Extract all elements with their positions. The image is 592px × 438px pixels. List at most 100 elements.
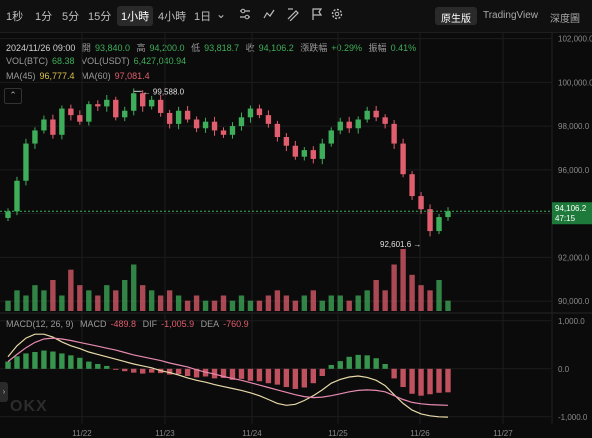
macd-histogram-bar [373, 358, 379, 369]
price-tick-label: 92,000.0 [558, 253, 590, 262]
vol-usdt-value: 6,427,040.94 [133, 56, 187, 66]
volume-bar [211, 300, 218, 311]
dea-value: -760.9 [223, 319, 249, 329]
macd-label: MACD [80, 319, 107, 329]
collapse-legend-button[interactable]: ⌃ [4, 88, 22, 104]
volume-bar [86, 290, 92, 311]
timeframe-1d[interactable]: 1日 [194, 8, 211, 24]
macd-histogram-bar [229, 368, 236, 380]
macd-histogram-bar [68, 355, 74, 369]
macd-histogram-bar [113, 368, 119, 370]
vol-btc-value: 68.38 [52, 56, 75, 66]
timeframe-1s[interactable]: 1秒 [6, 8, 23, 24]
candle-body [68, 108, 74, 116]
open-value: 93,840.0 [94, 43, 130, 53]
macd-histogram-bar [319, 368, 325, 376]
candle-body [319, 143, 325, 159]
candle-body [104, 99, 110, 107]
current-price-label: 94,106.2 [555, 204, 587, 213]
candle-body [445, 211, 451, 218]
timeframe-4h[interactable]: 4小時 [158, 8, 186, 24]
macd-value: -489.8 [110, 319, 137, 329]
volume-bar [301, 295, 308, 311]
candle-body [274, 123, 281, 137]
volume-bar [59, 295, 65, 311]
low-label: 低 [191, 43, 201, 53]
chart-toolbar: 1秒 1分 5分 15分 1小時 4小時 1日 ⌄ 原生版 TradingVie… [0, 0, 592, 33]
vol-btc-label: VOL(BTC) [6, 56, 49, 66]
macd-histogram-bar [193, 368, 200, 378]
volume-bar [68, 269, 74, 311]
ohlc-info: 2024/11/26 09:00 開 93,840.0 高 94,200.0 低 93… [6, 41, 420, 54]
dif-line [7, 333, 449, 418]
volume-bar [337, 295, 343, 311]
gear-icon[interactable] [330, 7, 344, 21]
candle-body [86, 104, 92, 122]
price-tick-label: 90,000.0 [558, 297, 590, 306]
candle-body [184, 110, 191, 120]
volume-bar [104, 285, 110, 311]
volume-bar [113, 290, 119, 311]
ma60-value: 97,081.4 [114, 71, 150, 81]
candle-body [77, 115, 83, 122]
draw-tool-icon[interactable] [286, 7, 300, 22]
macd-histogram-bar [148, 368, 155, 373]
candle-body [23, 143, 29, 181]
candle-body [193, 119, 200, 129]
candle-body [391, 123, 397, 144]
ma45-label: MA(45) [6, 71, 36, 81]
timeframe-15m[interactable]: 15分 [88, 8, 111, 24]
macd-histogram-bar [14, 356, 20, 369]
indicator-icon[interactable] [262, 7, 276, 21]
volume-bar [328, 295, 334, 311]
tab-tradingview[interactable]: TradingView [477, 7, 544, 25]
volume-bar [229, 300, 236, 311]
candle-body [238, 117, 245, 127]
macd-histogram-bar [256, 368, 263, 382]
candle-body [409, 174, 415, 197]
volume-bar [265, 295, 272, 311]
macd-histogram-bar [328, 364, 334, 369]
countdown-label: 47:15 [555, 214, 576, 223]
timeframe-5m[interactable]: 5分 [62, 8, 79, 24]
candle-body [310, 150, 316, 159]
candle-body [220, 130, 227, 135]
amplitude-value: 0.41% [390, 43, 417, 53]
macd-histogram-bar [59, 353, 65, 369]
price-tick-label: 94,000.0 [558, 210, 590, 219]
volume-bar [283, 295, 290, 311]
volume-bar [346, 300, 352, 311]
macd-histogram-bar [346, 356, 352, 369]
chevron-down-icon[interactable]: ⌄ [214, 7, 228, 21]
tab-native[interactable]: 原生版 [434, 7, 477, 25]
macd-histogram-bar [337, 361, 343, 369]
high-label: 高 [136, 43, 146, 53]
volume-bar [122, 280, 128, 311]
volume-bar [418, 285, 424, 311]
candle-body [113, 99, 119, 118]
timeframe-1m[interactable]: 1分 [35, 8, 52, 24]
settings-sliders-icon[interactable] [238, 7, 252, 21]
macd-title: MACD(12, 26, 9) [6, 319, 74, 329]
okx-watermark: OKX [10, 398, 48, 415]
ma-info: MA(45) 96,777.4 MA(60) 97,081.4 [6, 71, 154, 81]
candle-body [14, 180, 20, 212]
tab-depth[interactable]: 深度圖 [544, 7, 586, 25]
low-value: 93,818.7 [204, 43, 240, 53]
dea-line [7, 337, 449, 406]
macd-histogram-bar [355, 354, 361, 369]
flag-icon[interactable] [310, 7, 324, 21]
volume-bar [32, 285, 38, 311]
volume-bar [274, 290, 281, 311]
expand-sidebar-button[interactable]: › [0, 382, 8, 402]
candle-date: 2024/11/26 09:00 [6, 43, 76, 53]
candle-body [95, 104, 101, 107]
price-tick-label: 96,000.0 [558, 166, 590, 175]
vol-usdt-label: VOL(USDT) [81, 56, 130, 66]
timeframe-1h[interactable]: 1小時 [117, 6, 154, 26]
macd-histogram-bar [95, 364, 101, 369]
macd-histogram-bar [211, 368, 218, 379]
candle-body [202, 121, 209, 129]
volume-bar [5, 300, 11, 311]
macd-histogram-bar [391, 368, 397, 379]
